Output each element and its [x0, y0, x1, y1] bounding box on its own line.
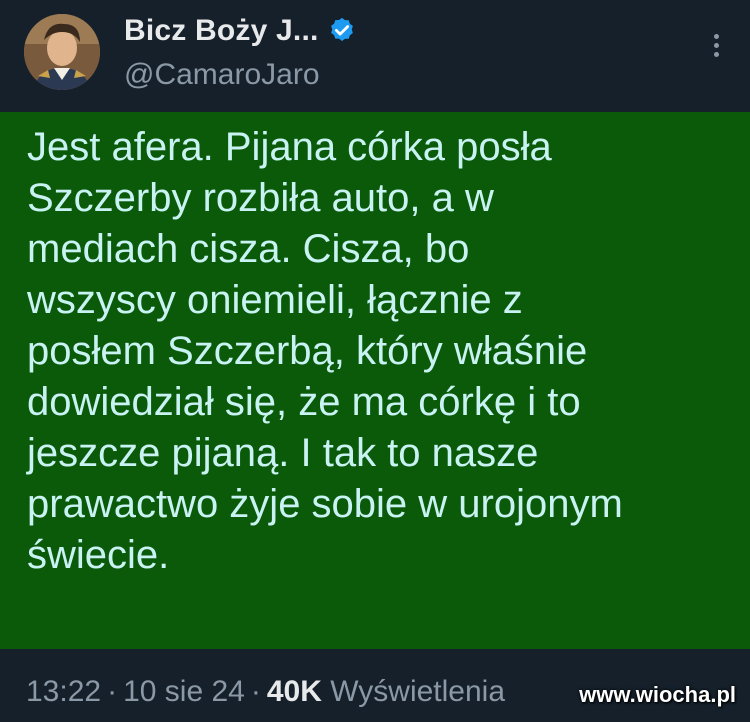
site-watermark: www.wiocha.pl: [579, 682, 736, 707]
avatar-portrait-icon: [24, 14, 100, 90]
post-header: Bicz Boży J... @CamaroJaro: [0, 0, 750, 112]
separator-dot: ·: [107, 675, 118, 708]
meta-row: 13:22 · 10 sie 24 · 40K Wyświetlenia: [26, 675, 505, 709]
more-options-icon[interactable]: [710, 34, 722, 66]
views-label[interactable]: Wyświetlenia: [330, 675, 505, 708]
display-name[interactable]: Bicz Boży J...: [124, 14, 319, 48]
post-meta: 13:22 · 10 sie 24 · 40K Wyświetlenia www.wio…: [0, 649, 750, 722]
name-row: Bicz Boży J...: [124, 14, 357, 48]
profile-avatar[interactable]: [24, 14, 100, 90]
post-body: Jest afera. Pijana córka posła Szczerby …: [0, 112, 750, 649]
verified-badge-icon: [330, 17, 353, 41]
author-handle[interactable]: @CamaroJaro: [124, 58, 320, 92]
separator-dot: ·: [250, 675, 261, 708]
post-time[interactable]: 13:22: [26, 675, 101, 708]
post-date[interactable]: 10 sie 24: [123, 675, 245, 708]
views-count: 40K: [266, 675, 322, 708]
post-text: Jest afera. Pijana córka posła Szczerby …: [27, 125, 623, 577]
